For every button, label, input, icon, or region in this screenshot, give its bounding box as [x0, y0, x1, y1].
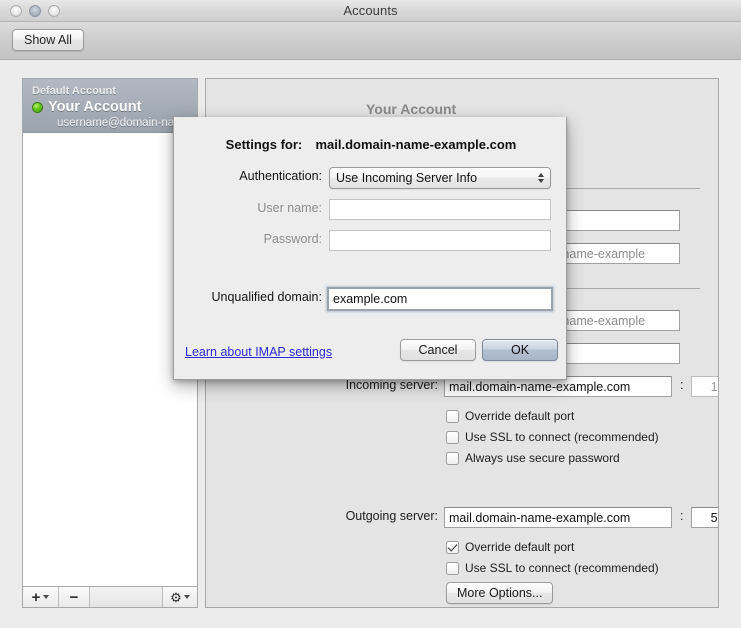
accounts-window: Accounts Show All Default Account Your A…: [0, 0, 741, 628]
incoming-override-port-checkbox[interactable]: [446, 409, 459, 423]
learn-imap-settings-link[interactable]: Learn about IMAP settings: [185, 345, 332, 359]
unqualified-domain-input[interactable]: example.com: [327, 287, 553, 311]
account-actions-button[interactable]: ⚙: [162, 587, 197, 607]
window-title: Accounts: [343, 3, 398, 18]
sheet-password-label: Password:: [263, 232, 322, 246]
plus-icon: +: [31, 588, 41, 606]
incoming-ssl-checkbox-row[interactable]: Use SSL to connect (recommended): [446, 430, 659, 444]
account-group-label: Default Account: [32, 85, 116, 97]
sheet-password-label-row: Password:: [174, 232, 322, 246]
incoming-secure-password-label: Always use secure password: [465, 451, 620, 465]
authentication-select[interactable]: Use Incoming Server Info: [329, 167, 551, 189]
incoming-override-port-checkbox-row[interactable]: Override default port: [446, 409, 574, 423]
sheet-user-name-label: User name:: [257, 201, 322, 215]
authentication-value: Use Incoming Server Info: [336, 171, 478, 185]
accounts-list-toolbar: + − ⚙: [22, 586, 198, 608]
incoming-secure-password-checkbox-row[interactable]: Always use secure password: [446, 451, 620, 465]
sheet-user-name-input[interactable]: [329, 199, 551, 220]
ok-button[interactable]: OK: [482, 339, 558, 361]
incoming-override-port-label: Override default port: [465, 409, 575, 423]
sheet-user-name-label-row: User name:: [174, 201, 322, 215]
accounts-list[interactable]: Default Account Your Account username@do…: [22, 78, 198, 586]
window-titlebar: Accounts: [0, 0, 741, 22]
sheet-password-input[interactable]: [329, 230, 551, 251]
remove-account-button[interactable]: −: [59, 587, 90, 607]
outgoing-ssl-checkbox[interactable]: [446, 561, 459, 575]
detail-account-title: Your Account: [366, 101, 457, 117]
show-all-button[interactable]: Show All: [12, 29, 84, 51]
minus-icon: −: [69, 588, 79, 606]
chevron-updown-icon: [538, 173, 544, 183]
chevron-down-icon: [43, 595, 50, 599]
outgoing-port-separator: :: [680, 509, 684, 523]
sheet-title-server: mail.domain-name-example.com: [315, 137, 517, 152]
account-name-line: Your Account: [32, 99, 197, 116]
outgoing-ssl-checkbox-row[interactable]: Use SSL to connect (recommended): [446, 561, 659, 575]
settings-sheet-dialog: Settings for: mail.domain-name-example.c…: [173, 117, 567, 380]
more-options-button[interactable]: More Options...: [446, 582, 554, 604]
gear-icon: ⚙: [170, 589, 182, 605]
authentication-label: Authentication:: [239, 169, 322, 183]
outgoing-override-port-checkbox[interactable]: [446, 540, 459, 554]
incoming-ssl-checkbox[interactable]: [446, 430, 459, 444]
unqualified-domain-label: Unqualified domain:: [211, 290, 323, 304]
incoming-secure-password-checkbox[interactable]: [446, 451, 459, 465]
incoming-server-row: Incoming server:: [218, 378, 438, 392]
outgoing-server-field[interactable]: mail.domain-name-example.com: [444, 507, 672, 528]
outgoing-server-row: Outgoing server:: [218, 509, 438, 523]
account-name: Your Account: [48, 99, 142, 115]
cancel-button[interactable]: Cancel: [400, 339, 476, 361]
incoming-ssl-label: Use SSL to connect (recommended): [465, 430, 659, 444]
outgoing-ssl-label: Use SSL to connect (recommended): [465, 561, 659, 575]
status-online-icon: [32, 102, 43, 113]
sheet-title: Settings for: mail.domain-name-example.c…: [174, 137, 568, 152]
window-toolbar: Show All: [0, 22, 741, 60]
incoming-server-label: Incoming server:: [345, 378, 438, 392]
unqualified-domain-label-row: Unqualified domain:: [174, 290, 323, 304]
chevron-down-icon: [183, 595, 190, 599]
add-account-button[interactable]: +: [23, 587, 59, 607]
outgoing-server-label: Outgoing server:: [345, 509, 438, 523]
incoming-port-separator: :: [680, 378, 684, 392]
outgoing-port-field[interactable]: 587: [691, 507, 718, 528]
incoming-port-field[interactable]: 143: [691, 376, 718, 397]
outgoing-override-port-label: Override default port: [465, 540, 575, 554]
list-item[interactable]: Default Account Your Account username@do…: [23, 79, 197, 133]
content-area: Default Account Your Account username@do…: [0, 60, 741, 628]
outgoing-override-port-checkbox-row[interactable]: Override default port: [446, 540, 574, 554]
authentication-label-row: Authentication:: [174, 169, 322, 183]
sheet-title-prefix: Settings for:: [225, 137, 303, 152]
